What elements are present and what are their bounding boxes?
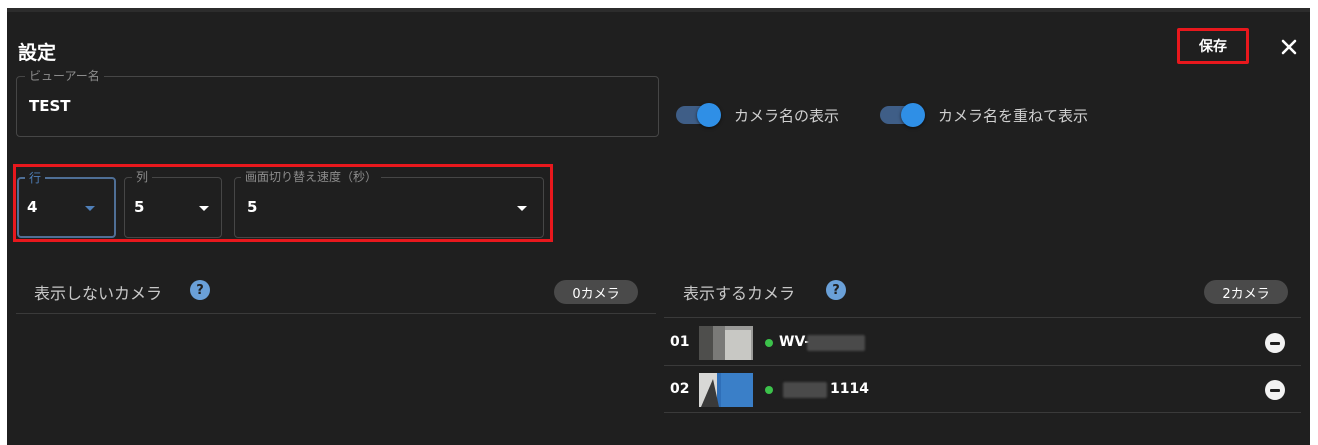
rows-legend: 行: [25, 170, 46, 186]
shown-cameras-count: 2カメラ: [1204, 280, 1288, 304]
close-icon: [1281, 39, 1297, 55]
cols-legend: 列: [132, 169, 153, 185]
speed-legend: 画面切り替え速度（秒）: [241, 169, 382, 185]
toggle-overlay-camera-name-label: カメラ名を重ねて表示: [938, 107, 1089, 125]
save-button[interactable]: 保存: [1177, 28, 1249, 64]
settings-dialog: 設定 保存 ビューアー名 TEST カメラ名の表示 カメラ名を重ねて表示 行 4…: [7, 8, 1310, 445]
camera-thumbnail: [699, 373, 753, 407]
camera-row[interactable]: 01 WV-: [664, 320, 1301, 366]
camera-row[interactable]: 02 1114: [664, 367, 1301, 413]
minus-icon: [1270, 388, 1280, 392]
rows-value: 4: [27, 198, 38, 216]
camera-thumbnail: [699, 326, 753, 360]
hidden-cameras-title: 表示しないカメラ: [34, 284, 163, 303]
hidden-cameras-count: 0カメラ: [554, 280, 638, 304]
camera-number: 02: [670, 381, 690, 397]
speed-value: 5: [247, 198, 258, 216]
help-icon[interactable]: ?: [190, 280, 210, 300]
toggle-knob: [697, 103, 721, 127]
viewer-name-value: TEST: [29, 97, 71, 115]
toggle-knob: [901, 103, 925, 127]
speed-select[interactable]: 画面切り替え速度（秒） 5: [234, 169, 544, 238]
toggle-show-camera-name-label: カメラ名の表示: [734, 107, 840, 125]
status-online-dot: [765, 386, 773, 394]
masked-text: [783, 382, 827, 398]
chevron-down-icon: [85, 206, 95, 211]
help-icon[interactable]: ?: [826, 280, 846, 300]
masked-text: [807, 335, 865, 351]
remove-camera-button[interactable]: [1265, 333, 1285, 353]
status-online-dot: [765, 339, 773, 347]
toggle-show-camera-name[interactable]: [676, 100, 722, 130]
cols-value: 5: [134, 198, 145, 216]
camera-name: WV-: [779, 334, 811, 350]
camera-number: 01: [670, 334, 690, 350]
remove-camera-button[interactable]: [1265, 380, 1285, 400]
toggle-overlay-camera-name[interactable]: [880, 100, 926, 130]
minus-icon: [1270, 341, 1280, 345]
viewer-name-legend: ビューアー名: [25, 68, 104, 84]
chevron-down-icon: [517, 206, 527, 211]
dialog-title: 設定: [18, 42, 57, 64]
camera-name: 1114: [830, 381, 869, 397]
shown-cameras-title: 表示するカメラ: [683, 284, 796, 303]
top-strip: [7, 8, 1310, 12]
cols-select[interactable]: 列 5: [124, 169, 222, 238]
rows-select[interactable]: 行 4: [17, 170, 116, 238]
divider: [664, 317, 1301, 318]
viewer-name-field[interactable]: ビューアー名 TEST: [16, 68, 659, 137]
close-button[interactable]: [1272, 30, 1306, 64]
divider: [16, 313, 656, 314]
chevron-down-icon: [199, 206, 209, 211]
